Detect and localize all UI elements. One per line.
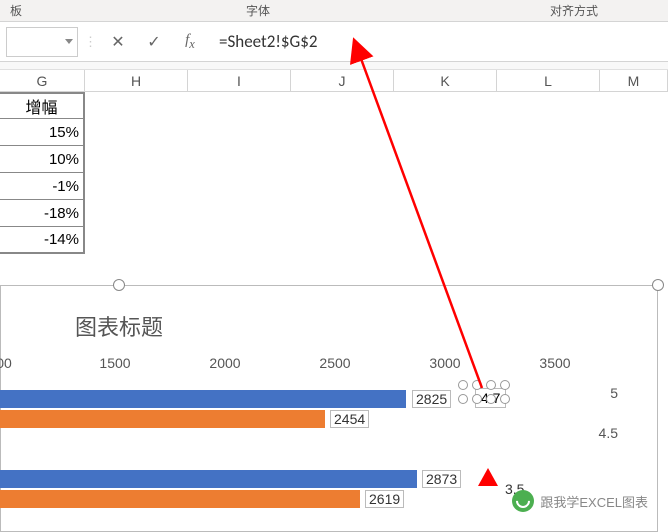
bar-series2[interactable] bbox=[0, 490, 360, 508]
table-cell[interactable]: -14% bbox=[0, 227, 85, 254]
triangle-marker-icon[interactable] bbox=[478, 468, 498, 486]
chart-object[interactable]: 图表标题 00 1500 2000 2500 3000 3500 2825 24… bbox=[0, 285, 668, 532]
formula-input[interactable] bbox=[211, 27, 662, 57]
name-box[interactable] bbox=[6, 27, 78, 57]
secondary-axis-tick: 5 bbox=[610, 385, 618, 401]
axis-tick: 2500 bbox=[319, 355, 350, 371]
bar-value: 2619 bbox=[365, 490, 404, 508]
table-row: 15% bbox=[0, 119, 668, 146]
dropdown-icon bbox=[65, 39, 73, 44]
bar-series1[interactable] bbox=[0, 470, 417, 488]
table-cell[interactable]: 10% bbox=[0, 146, 85, 173]
selection-handle[interactable] bbox=[500, 394, 510, 404]
axis-tick: 2000 bbox=[209, 355, 240, 371]
ribbon-group-align: 对齐方式 bbox=[550, 2, 598, 19]
table-row: -1% bbox=[0, 173, 668, 200]
selection-handle[interactable] bbox=[486, 394, 496, 404]
selection-handle[interactable] bbox=[472, 380, 482, 390]
insert-function-button[interactable]: fx bbox=[175, 27, 205, 57]
ribbon-group-font: 字体 bbox=[246, 2, 270, 19]
col-header-K[interactable]: K bbox=[394, 70, 497, 91]
axis-tick: 3000 bbox=[429, 355, 460, 371]
table-row: -14% bbox=[0, 227, 668, 254]
column-headers: G H I J K L M bbox=[0, 70, 668, 92]
x-axis: 00 1500 2000 2500 3000 3500 bbox=[0, 355, 608, 375]
table-cell[interactable]: -1% bbox=[0, 173, 85, 200]
selection-handle[interactable] bbox=[652, 279, 664, 291]
selection-handle[interactable] bbox=[500, 380, 510, 390]
table-header-cell[interactable]: 增幅 bbox=[0, 92, 85, 119]
axis-tick: 3500 bbox=[539, 355, 570, 371]
table-row: -18% bbox=[0, 200, 668, 227]
selection-handle[interactable] bbox=[458, 380, 468, 390]
wechat-icon bbox=[512, 490, 534, 512]
watermark-text: 跟我学EXCEL图表 bbox=[540, 492, 648, 511]
selection-handle[interactable] bbox=[458, 394, 468, 404]
cancel-formula-button[interactable]: ✕ bbox=[103, 27, 133, 57]
x-icon: ✕ bbox=[111, 32, 124, 52]
formula-bar: ⋮ ✕ ✓ fx bbox=[0, 22, 668, 62]
table-cell[interactable]: 15% bbox=[0, 119, 85, 146]
bar-series2[interactable] bbox=[0, 410, 325, 428]
table-cell[interactable]: -18% bbox=[0, 200, 85, 227]
selection-handle[interactable] bbox=[472, 394, 482, 404]
axis-tick: 00 bbox=[0, 355, 12, 371]
table-row: 增幅 bbox=[0, 92, 668, 119]
fx-icon: fx bbox=[185, 32, 195, 52]
col-header-G[interactable]: G bbox=[0, 70, 85, 91]
col-header-L[interactable]: L bbox=[497, 70, 600, 91]
accept-formula-button[interactable]: ✓ bbox=[139, 27, 169, 57]
chart-title[interactable]: 图表标题 bbox=[75, 310, 163, 342]
selection-handle[interactable] bbox=[486, 380, 496, 390]
selection-handle[interactable] bbox=[113, 279, 125, 291]
table-row: 10% bbox=[0, 146, 668, 173]
ribbon-group-clipboard: 板 bbox=[10, 2, 22, 19]
watermark: 跟我学EXCEL图表 bbox=[512, 490, 648, 512]
ribbon-group-labels: 板 字体 对齐方式 bbox=[0, 0, 668, 22]
bar-series1[interactable] bbox=[0, 390, 406, 408]
bar-value: 2873 bbox=[422, 470, 461, 488]
col-header-H[interactable]: H bbox=[85, 70, 188, 91]
secondary-axis-tick: 4.5 bbox=[599, 425, 618, 441]
col-header-I[interactable]: I bbox=[188, 70, 291, 91]
col-header-M[interactable]: M bbox=[600, 70, 668, 91]
bar-value: 2825 bbox=[412, 390, 451, 408]
axis-tick: 1500 bbox=[99, 355, 130, 371]
check-icon: ✓ bbox=[147, 32, 160, 52]
bar-value: 2454 bbox=[330, 410, 369, 428]
col-header-J[interactable]: J bbox=[291, 70, 394, 91]
